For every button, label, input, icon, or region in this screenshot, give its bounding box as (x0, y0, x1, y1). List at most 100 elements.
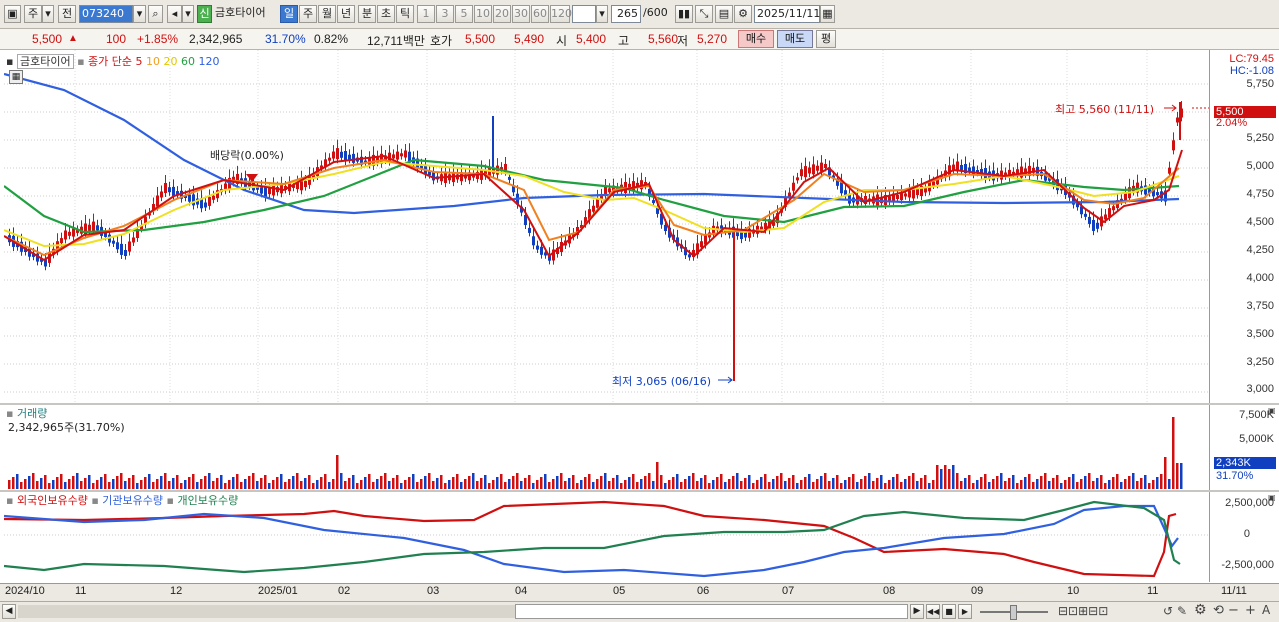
interval-30-button[interactable]: 30 (512, 5, 530, 23)
layout-icons[interactable]: ⊟⊡⊞⊟⊡ (1058, 604, 1108, 618)
scroll-track[interactable] (18, 605, 515, 618)
date-tick: 10 (1067, 585, 1080, 597)
settings-icon[interactable]: ⚙ (1194, 602, 1207, 618)
volume-bar (648, 473, 651, 489)
volume-bar (396, 475, 399, 489)
volume-bar (880, 475, 883, 489)
interval-10-button[interactable]: 10 (474, 5, 492, 23)
period-main-select[interactable]: 주 (24, 5, 42, 23)
price-panel-header: ▪ 금호타이어 ▪ 종가 단순 5 10 20 60 120 (6, 53, 220, 69)
zoom-slider-handle[interactable] (1010, 605, 1017, 620)
stock-code-input[interactable]: 073240 (79, 5, 133, 23)
volume-bar (1076, 482, 1079, 489)
volume-bar (12, 477, 15, 489)
price-panel[interactable]: ▪ 금호타이어 ▪ 종가 단순 5 10 20 60 120 ▦ 배당락(0.0… (4, 50, 1209, 403)
period-minute-button[interactable]: 분 (358, 5, 376, 23)
price-tick: 3,750 (1246, 300, 1274, 312)
date-input[interactable]: 2025/11/11 (754, 5, 820, 23)
volume-bar (96, 480, 99, 489)
volume-panel[interactable]: ▪ 거래량 2,342,965주(31.70%) (4, 405, 1209, 490)
holdings-panel[interactable]: ▪ 외국인보유수량 ▪ 기관보유수량 ▪ 개인보유수량 (4, 492, 1209, 582)
quote-low-label: 저 (677, 34, 689, 48)
period-dropdown-icon[interactable]: ▾ (42, 5, 54, 23)
volume-bar (456, 474, 459, 489)
period-year-button[interactable]: 년 (337, 5, 355, 23)
candle-body (1176, 117, 1179, 123)
ma-title[interactable]: 종가 단순 (88, 55, 132, 68)
chart-menu-icon[interactable]: ▣ (4, 5, 21, 23)
institution-label[interactable]: 기관보유수량 (102, 494, 163, 507)
stop-icon[interactable]: ■ (942, 604, 956, 619)
interval-120-button[interactable]: 120 (550, 5, 572, 23)
zoom-reset-icon[interactable]: ⟲ (1213, 603, 1224, 618)
volume-bar (64, 482, 67, 489)
panel-handle-icon[interactable]: ▪ (6, 55, 13, 68)
period-day-button[interactable]: 일 (280, 5, 298, 23)
prefix-button[interactable]: 전 (58, 5, 76, 23)
scroll-left-icon[interactable]: ◀ (2, 604, 16, 619)
volume-bar (236, 474, 239, 489)
volume-bar (988, 482, 991, 489)
panel-handle-icon[interactable]: ▪ (6, 494, 13, 507)
dividend-annotation: 배당락(0.00%) (210, 149, 284, 162)
restore-icon[interactable]: ↺ (1163, 604, 1173, 618)
speaker-dropdown-icon[interactable]: ▾ (182, 5, 194, 23)
zoom-in-icon[interactable]: + (1245, 603, 1256, 618)
period-second-button[interactable]: 초 (377, 5, 395, 23)
stock-code-dropdown-icon[interactable]: ▾ (133, 5, 146, 23)
custom-interval-input[interactable] (572, 5, 596, 23)
price-axis: LC:79.45 HC:-1.08 5,750 5,500 2.04% 5,25… (1209, 50, 1279, 403)
rewind-icon[interactable]: ◀◀ (926, 604, 940, 619)
interval-3-button[interactable]: 3 (436, 5, 454, 23)
volume-bar (816, 479, 819, 489)
volume-bar (160, 476, 163, 489)
sell-button[interactable]: 매도 (777, 30, 813, 48)
period-tick-button[interactable]: 틱 (396, 5, 414, 23)
individual-label[interactable]: 개인보유수량 (177, 494, 238, 507)
volume-bar (352, 475, 355, 489)
chart-type-icon[interactable]: ▮▮ (675, 5, 693, 23)
candle-body (104, 233, 107, 237)
save-icon[interactable]: ▤ (715, 5, 733, 23)
evaluate-button[interactable]: 평 (816, 30, 836, 48)
search-icon[interactable]: ⌕ (148, 5, 163, 23)
scroll-right-icon[interactable]: ▶ (910, 604, 924, 619)
zoom-out-icon[interactable]: − (1228, 603, 1239, 618)
interval-20-button[interactable]: 20 (493, 5, 511, 23)
volume-bar (956, 473, 959, 489)
volume-bar (1176, 463, 1179, 489)
interval-5-button[interactable]: 5 (455, 5, 473, 23)
candle-body (172, 186, 175, 196)
volume-bar (284, 482, 287, 489)
date-tick: 09 (971, 585, 984, 597)
scroll-thumb[interactable] (515, 604, 908, 619)
volume-bar (764, 474, 767, 489)
candle-body (528, 227, 531, 233)
interval-1-button[interactable]: 1 (417, 5, 435, 23)
play-icon[interactable]: ▶ (958, 604, 972, 619)
gear-icon[interactable]: ⚙ (734, 5, 752, 23)
credit-badge: 신 (197, 5, 212, 23)
volume-bar (548, 482, 551, 489)
candle-body (192, 194, 195, 206)
grid-table-icon[interactable]: ▦ (9, 70, 23, 84)
candle-count-input[interactable]: 265 (611, 5, 641, 23)
custom-interval-dropdown-icon[interactable]: ▾ (596, 5, 608, 23)
draw-tool-icon[interactable]: ⤡ (695, 5, 713, 23)
candle-body (1112, 206, 1115, 211)
font-size-icon[interactable]: A (1262, 603, 1270, 617)
buy-button[interactable]: 매수 (738, 30, 774, 48)
pin-icon[interactable]: ✎ (1177, 604, 1187, 618)
chart-scrollbar[interactable]: ◀ ▶ ◀◀ ■ ▶ ⊟⊡⊞⊟⊡ ↺ ✎ ⚙ ⟲ − + A (0, 601, 1279, 622)
period-week-button[interactable]: 주 (299, 5, 317, 23)
stock-name-label[interactable]: 금호타이어 (16, 54, 74, 69)
candle-body (328, 157, 331, 161)
candle-body (64, 230, 67, 240)
volume-bar (552, 479, 555, 489)
period-month-button[interactable]: 월 (318, 5, 336, 23)
speaker-icon[interactable]: ◂ (167, 5, 182, 23)
calendar-icon[interactable]: ▦ (820, 5, 835, 23)
foreign-label[interactable]: 외국인보유수량 (17, 494, 88, 507)
volume-bar (244, 479, 247, 489)
interval-60-button[interactable]: 60 (531, 5, 549, 23)
